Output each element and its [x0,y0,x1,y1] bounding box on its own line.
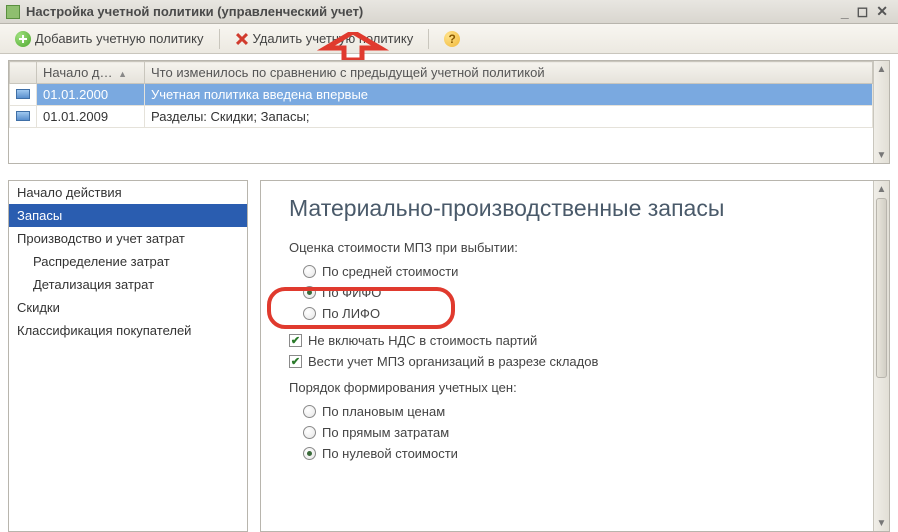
content-heading: Материально-производственные запасы [289,195,873,222]
col-header-date[interactable]: Начало д… ▲ [37,62,145,84]
radio-label: По ЛИФО [322,306,380,321]
sidebar-item-cost-detail[interactable]: Детализация затрат [9,273,247,296]
scroll-down-icon[interactable]: ▼ [874,147,889,163]
add-icon [15,31,31,47]
table-row[interactable]: 01.01.2000 Учетная политика введена впер… [10,84,873,106]
check-warehouse[interactable]: ✔ Вести учет МПЗ организаций в разрезе с… [289,351,873,372]
radio-label: По прямым затратам [322,425,449,440]
app-icon [6,5,20,19]
radio-label: По плановым ценам [322,404,445,419]
titlebar: Настройка учетной политики (управленческ… [0,0,898,24]
radio-icon [303,405,316,418]
radio-icon [303,265,316,278]
sidebar-item-customer-class[interactable]: Классификация покупателей [9,319,247,342]
checkbox-icon: ✔ [289,334,302,347]
content-panel: Материально-производственные запасы Оцен… [260,180,890,532]
col-header-date-label: Начало д… [43,65,113,80]
cell-what: Разделы: Скидки; Запасы; [145,106,873,128]
radio-label: По нулевой стоимости [322,446,458,461]
toolbar: Добавить учетную политику Удалить учетну… [0,24,898,54]
add-policy-label: Добавить учетную политику [35,31,204,46]
price-order-label: Порядок формирования учетных цен: [289,380,873,395]
sidebar-item-stocks[interactable]: Запасы [9,204,247,227]
scroll-track[interactable] [874,379,889,515]
policy-table: Начало д… ▲ Что изменилось по сравнению … [8,60,890,164]
col-header-what[interactable]: Что изменилось по сравнению с предыдущей… [145,62,873,84]
check-vat[interactable]: ✔ Не включать НДС в стоимость партий [289,330,873,351]
radio-label: По ФИФО [322,285,381,300]
radio-label: По средней стоимости [322,264,458,279]
row-icon [16,89,30,99]
table-row[interactable]: 01.01.2009 Разделы: Скидки; Запасы; [10,106,873,128]
cell-date: 01.01.2000 [37,84,145,106]
maximize-button[interactable]: ◻ [853,3,873,20]
radio-plan-price[interactable]: По плановым ценам [289,401,873,422]
help-icon: ? [444,31,460,47]
toolbar-separator [428,29,429,49]
radio-lifo[interactable]: По ЛИФО [289,303,873,324]
delete-icon [235,32,249,46]
sort-asc-icon: ▲ [118,69,127,79]
radio-icon [303,447,316,460]
check-label: Не включать НДС в стоимость партий [308,333,537,348]
radio-fifo[interactable]: По ФИФО [289,282,873,303]
window-title: Настройка учетной политики (управленческ… [26,4,837,19]
content-scrollbar[interactable]: ▲ ▼ [873,181,889,531]
radio-icon [303,307,316,320]
sidebar-item-production[interactable]: Производство и учет затрат [9,227,247,250]
radio-icon [303,426,316,439]
scroll-up-icon[interactable]: ▲ [874,61,889,77]
scroll-track[interactable] [874,77,889,147]
sidebar-item-cost-alloc[interactable]: Распределение затрат [9,250,247,273]
table-scrollbar[interactable]: ▲ ▼ [873,61,889,163]
checkbox-icon: ✔ [289,355,302,368]
col-header-icon[interactable] [10,62,37,84]
toolbar-separator [219,29,220,49]
evaluation-label: Оценка стоимости МПЗ при выбытии: [289,240,873,255]
cell-date: 01.01.2009 [37,106,145,128]
minimize-button[interactable]: _ [837,4,853,20]
cell-what: Учетная политика введена впервые [145,84,873,106]
row-icon [16,111,30,121]
check-label: Вести учет МПЗ организаций в разрезе скл… [308,354,598,369]
radio-avg-cost[interactable]: По средней стоимости [289,261,873,282]
close-button[interactable]: ✕ [872,3,892,20]
radio-zero-cost[interactable]: По нулевой стоимости [289,443,873,464]
section-sidebar: Начало действия Запасы Производство и уч… [8,180,248,532]
add-policy-button[interactable]: Добавить учетную политику [6,27,213,51]
help-button[interactable]: ? [435,27,469,51]
sidebar-item-start[interactable]: Начало действия [9,181,247,204]
delete-policy-button[interactable]: Удалить учетную политику [226,27,423,50]
delete-policy-label: Удалить учетную политику [253,31,414,46]
scroll-thumb[interactable] [876,198,887,378]
scroll-up-icon[interactable]: ▲ [874,181,889,197]
radio-direct-cost[interactable]: По прямым затратам [289,422,873,443]
radio-icon [303,286,316,299]
sidebar-item-discounts[interactable]: Скидки [9,296,247,319]
